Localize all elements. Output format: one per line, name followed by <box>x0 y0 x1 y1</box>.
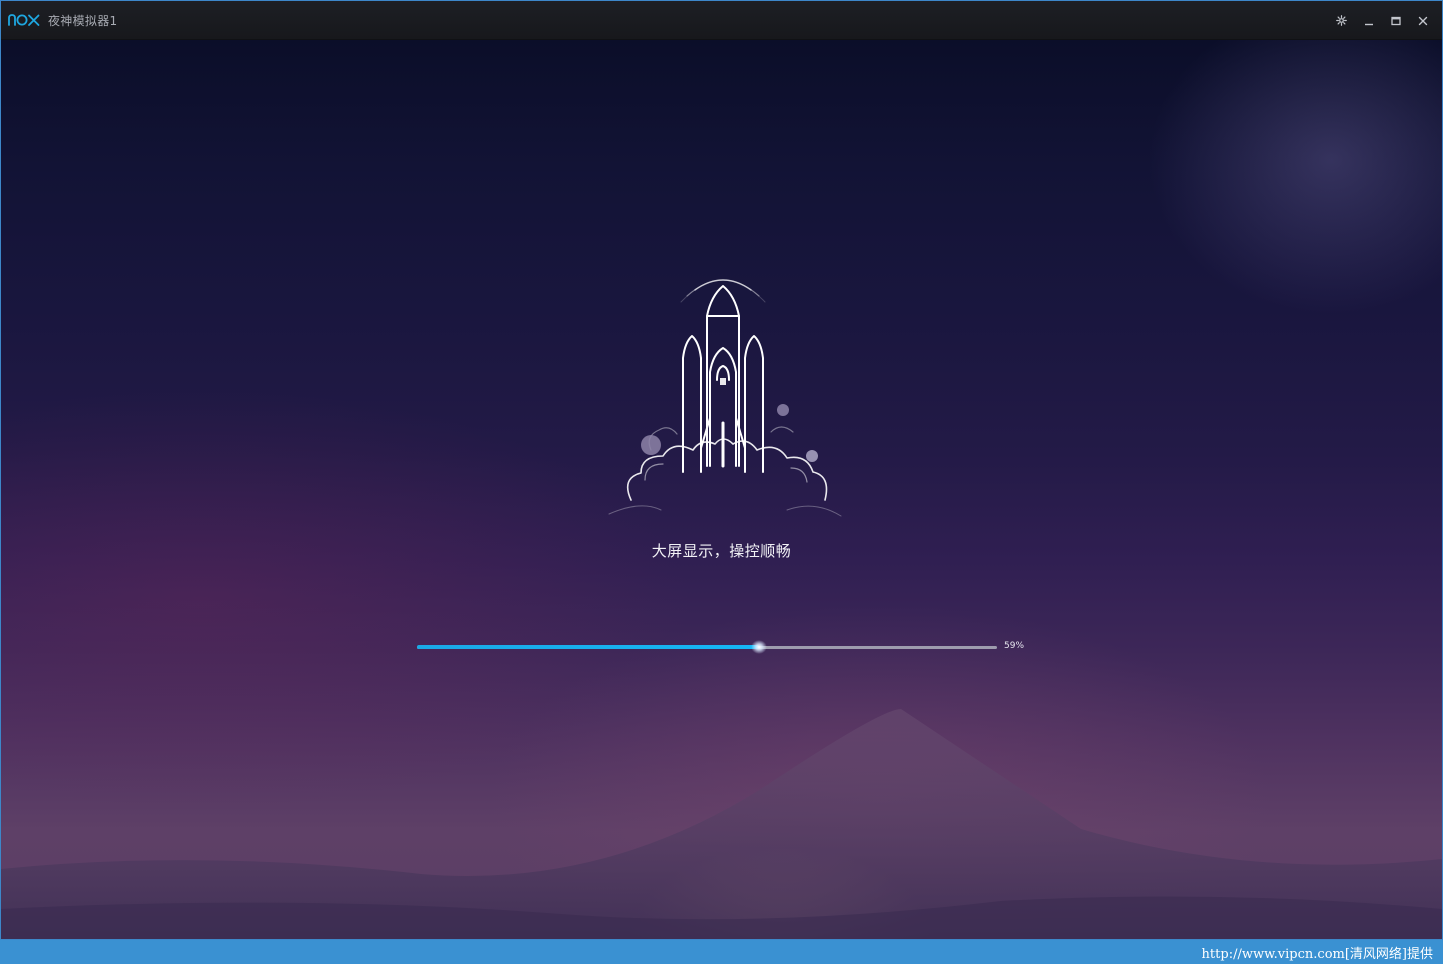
settings-button[interactable] <box>1328 1 1355 39</box>
watermark-text: http://www.vipcn.com[清风网络]提供 <box>1201 947 1433 962</box>
window-controls <box>1328 1 1436 39</box>
progress-percent: 59% <box>1004 641 1025 651</box>
title-bar[interactable]: 夜神模拟器1 <box>1 1 1442 40</box>
window-title: 夜神模拟器1 <box>48 13 118 28</box>
loading-tagline: 大屏显示，操控顺畅 <box>651 542 792 560</box>
close-icon <box>1418 11 1428 30</box>
progress-fill <box>417 645 760 649</box>
progress-spark <box>751 640 768 654</box>
close-button[interactable] <box>1409 1 1436 39</box>
rocket-icon <box>608 279 842 517</box>
maximize-button[interactable] <box>1382 1 1409 39</box>
maximize-icon <box>1390 11 1401 30</box>
gear-icon <box>1336 11 1347 30</box>
minimize-icon <box>1364 11 1374 30</box>
loading-screen: 大屏显示，操控顺畅 59% <box>1 40 1442 939</box>
mountain-backdrop <box>1 709 1442 939</box>
minimize-button[interactable] <box>1355 1 1382 39</box>
emulator-window: 夜神模拟器1 大屏显示，操控顺畅 59% <box>0 0 1443 940</box>
nox-logo <box>8 13 40 27</box>
progress-bar <box>417 640 997 654</box>
